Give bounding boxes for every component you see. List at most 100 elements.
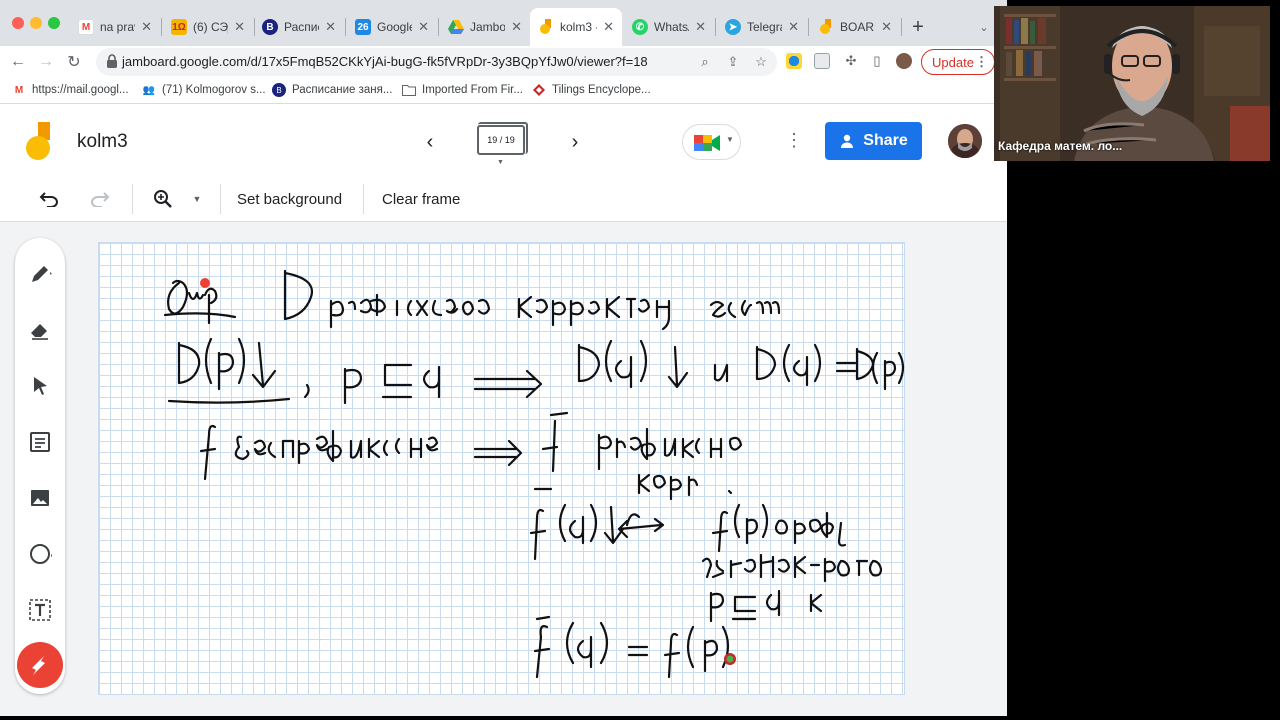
undo-icon[interactable] [36,186,62,212]
browser-tab[interactable]: 26 Google ✕ [347,10,437,44]
bookmarks-bar: Mhttps://mail.googl... 👥 (71) Kolmogorov … [0,78,1007,104]
extension-vpn-icon[interactable] [786,53,802,69]
bookmark-label: Расписание заня... [292,84,393,96]
screen: M na prav ✕ 1Ω (6) СЭД ✕ В Распис ✕ 26 Goog… [0,0,1280,720]
reload-icon[interactable]: ↻ [62,50,86,74]
pen-tool-icon[interactable] [26,260,54,288]
maximize-window-button[interactable] [48,17,60,29]
participant-video-image [994,6,1270,161]
next-frame-button[interactable]: › [563,130,587,154]
meet-dropdown-icon: ▼ [726,135,734,144]
hse-icon: В [272,83,286,97]
browser-tab-active[interactable]: kolm3 - ✕ [530,8,622,46]
jamboard-logo-icon [26,122,50,160]
clear-frame-button[interactable]: Clear frame [382,186,460,212]
zoom-icon[interactable]: ⌕ [696,53,714,71]
close-tab-icon[interactable]: ✕ [511,19,522,35]
whiteboard-frame[interactable] [98,242,905,695]
user-avatar[interactable] [948,124,982,158]
browser-tab[interactable]: M na prav ✕ [70,10,160,44]
bookmark-label: (71) Kolmogorov s... [162,84,266,96]
close-tab-icon[interactable]: ✕ [418,19,429,35]
sticky-note-icon[interactable] [26,428,54,456]
frame-dropdown-icon: ▼ [497,159,504,166]
close-tab-icon[interactable]: ✕ [788,19,799,35]
tab-strip: M na prav ✕ 1Ω (6) СЭД ✕ В Распис ✕ 26 Goog… [0,0,1007,46]
gmail-icon: M [78,19,94,35]
extensions-puzzle-icon[interactable]: ✣ [842,52,860,70]
tab-title: (6) СЭД [193,20,228,34]
back-icon[interactable]: ← [6,50,30,74]
bookmark-item[interactable]: Imported From Fir... [402,83,523,97]
address-bar[interactable]: jamboard.google.com/d/17x5FmqB52CKkYjAi-… [96,48,777,76]
close-tab-icon[interactable]: ✕ [881,19,892,35]
redo-icon[interactable] [87,186,113,212]
sed-icon: 1Ω [171,19,187,35]
bookmark-item[interactable]: Mhttps://mail.googl... [12,83,129,97]
google-meet-icon [694,135,720,151]
set-background-label: Set background [237,190,343,208]
frame-counter-label: 19 / 19 [487,135,515,145]
browser-tab[interactable]: В Распис ✕ [254,10,344,44]
google-meet-button[interactable]: ▼ [682,124,741,160]
laser-dot [200,278,210,288]
new-tab-button[interactable]: + [906,15,930,39]
close-tab-icon[interactable]: ✕ [325,19,336,35]
circle-shape-icon[interactable] [26,540,54,568]
side-panel-icon[interactable]: ▯ [868,52,886,70]
extension-icon[interactable] [814,53,830,69]
google-calendar-icon: 26 [355,19,371,35]
browser-tab[interactable]: BOARD ✕ [810,10,900,44]
tool-panel [15,238,65,694]
more-options-icon[interactable]: ⋮ [784,130,804,154]
bookmark-label: https://mail.googl... [32,84,129,96]
select-tool-icon[interactable] [26,372,54,400]
update-button[interactable]: Update ⋮ [921,49,995,75]
bookmark-item[interactable]: В Расписание заня... [272,83,392,97]
browser-tab[interactable]: Jambo ✕ [440,10,530,44]
laser-pointer-button[interactable] [17,642,63,688]
handwritten-line-7 [533,615,730,679]
forward-icon[interactable]: → [34,50,58,74]
browser-tab[interactable]: ➤ Telegra ✕ [717,10,807,44]
bookmark-item[interactable]: Tilings Encyclope... [532,83,651,97]
laser-icon [32,656,45,675]
gmail-icon: M [14,84,24,96]
tab-title: Распис [284,20,319,34]
set-background-button[interactable]: Set background [237,186,342,212]
close-tab-icon[interactable]: ✕ [141,19,152,35]
eraser-tool-icon[interactable] [26,316,54,344]
close-tab-icon[interactable]: ✕ [234,19,245,35]
tab-title: Jambo [470,20,506,34]
zoom-dropdown-icon[interactable]: ▼ [188,186,206,212]
share-button[interactable]: Share [825,122,922,160]
handwritten-line-5 [701,553,883,583]
bookmark-item[interactable]: 👥 (71) Kolmogorov s... [142,83,266,97]
minimize-window-button[interactable] [30,17,42,29]
tab-title: na prav [100,20,135,34]
lock-icon [107,54,117,68]
image-tool-icon[interactable] [26,484,54,512]
text-box-icon[interactable] [26,596,54,624]
share-page-icon[interactable]: ⇪ [724,53,742,71]
browser-toolbar: ← → ↻ jamboard.google.com/d/17x5FmqB52CK… [0,46,1007,78]
zoom-icon[interactable] [150,186,176,212]
close-window-button[interactable] [12,17,24,29]
profile-avatar[interactable] [896,53,912,69]
browser-tab[interactable]: ✆ WhatsA ✕ [624,10,714,44]
jamboard-toolbar: ▼ Set background Clear frame [0,176,1007,222]
bookmark-star-icon[interactable]: ☆ [752,53,770,71]
close-tab-icon[interactable]: ✕ [695,19,706,35]
tab-title: WhatsA [654,20,689,34]
telegram-icon: ➤ [725,19,741,35]
frame-counter-button[interactable]: 19 / 19 [477,122,528,155]
previous-frame-button[interactable]: ‹ [418,130,442,154]
people-icon: 👥 [142,84,156,96]
tab-search-icon[interactable]: ⌄ [972,15,996,39]
browser-tab[interactable]: 1Ω (6) СЭД ✕ [163,10,253,44]
canvas-area [0,222,1007,716]
bookmark-label: Imported From Fir... [422,84,523,96]
close-tab-icon[interactable]: ✕ [603,19,614,35]
handwritten-line-1 [163,269,781,331]
document-title[interactable]: kolm3 [77,131,128,153]
